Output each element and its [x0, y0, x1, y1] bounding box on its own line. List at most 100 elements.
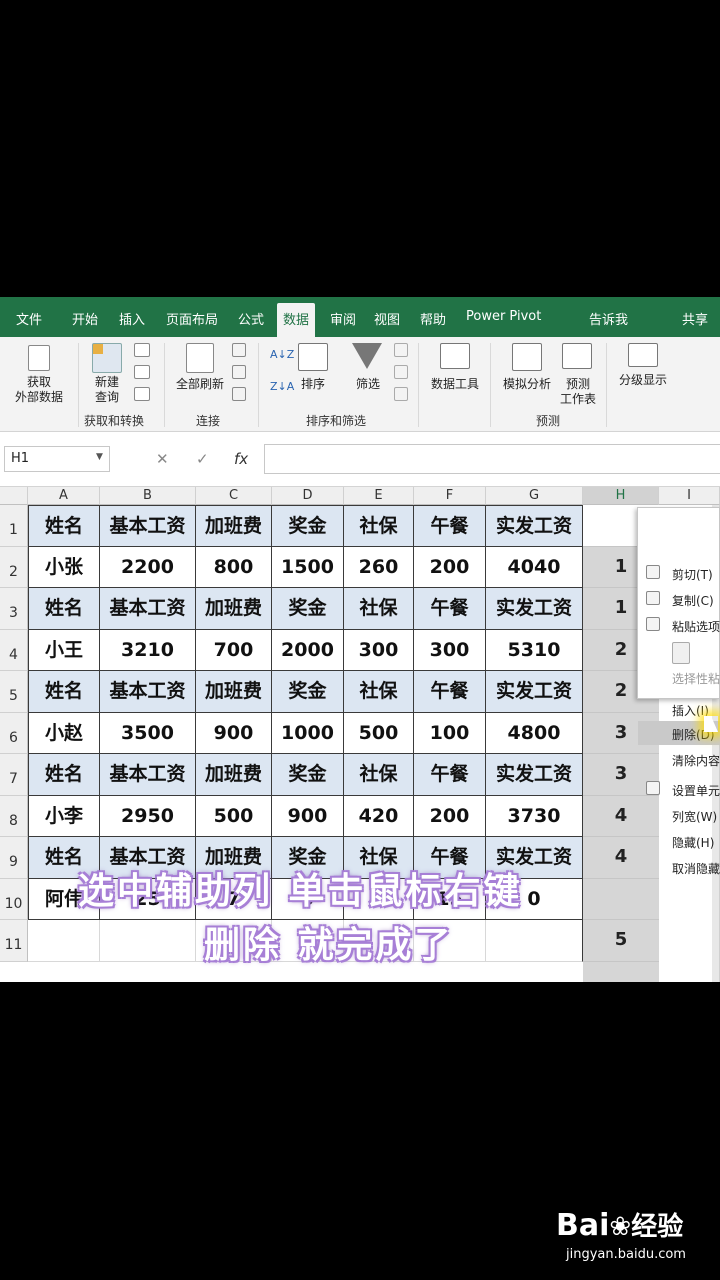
table-cell[interactable]: 200 — [414, 546, 486, 588]
column-header-i[interactable]: I — [659, 487, 720, 505]
header-cell[interactable]: 社保 — [344, 505, 414, 547]
header-cell[interactable]: 社保 — [344, 671, 414, 713]
get-external-data-button[interactable]: 获取 外部数据 — [4, 375, 74, 405]
table-cell[interactable]: 500 — [344, 712, 414, 754]
tab-2[interactable]: 插入 — [119, 309, 145, 328]
formula-input[interactable] — [264, 444, 720, 474]
header-cell[interactable]: 姓名 — [28, 671, 100, 713]
tab-9[interactable]: Power Pivot — [466, 309, 541, 324]
row-header-9[interactable]: 9 — [0, 837, 28, 879]
forecast-sheet-button[interactable]: 预测 工作表 — [556, 377, 600, 407]
table-cell[interactable]: 300 — [344, 629, 414, 671]
header-cell[interactable]: 基本工资 — [100, 505, 196, 547]
select-all-corner[interactable] — [0, 487, 28, 505]
recent-sources-icon[interactable] — [134, 387, 150, 401]
column-header-c[interactable]: C — [196, 487, 272, 505]
table-cell[interactable]: 260 — [344, 546, 414, 588]
table-cell[interactable]: 4800 — [486, 712, 583, 754]
row-header-3[interactable]: 3 — [0, 588, 28, 630]
header-cell[interactable]: 实发工资 — [486, 754, 583, 796]
table-cell[interactable]: 2950 — [100, 795, 196, 837]
row-header-4[interactable]: 4 — [0, 629, 28, 671]
helper-cell-h9[interactable]: 4 — [583, 837, 659, 879]
table-cell[interactable]: 800 — [196, 546, 272, 588]
table-cell[interactable]: 900 — [196, 712, 272, 754]
table-cell[interactable]: 1000 — [272, 712, 344, 754]
advanced-filter-icon[interactable] — [394, 387, 408, 401]
header-cell[interactable]: 午餐 — [414, 588, 486, 630]
header-cell[interactable]: 午餐 — [414, 754, 486, 796]
tab-0[interactable]: 文件 — [16, 309, 42, 328]
column-header-g[interactable]: G — [486, 487, 583, 505]
table-cell[interactable]: 420 — [344, 795, 414, 837]
reapply-icon[interactable] — [394, 365, 408, 379]
table-cell[interactable]: 2000 — [272, 629, 344, 671]
row-header-6[interactable]: 6 — [0, 712, 28, 754]
menu-item-10[interactable]: 取消隐藏 — [672, 860, 720, 877]
row-header-2[interactable]: 2 — [0, 546, 28, 588]
name-box[interactable]: H1 — [4, 446, 110, 472]
new-query-button[interactable]: 新建 查询 — [82, 375, 132, 405]
empty-cell[interactable] — [100, 920, 196, 962]
from-table-icon[interactable] — [134, 365, 150, 379]
tab-7[interactable]: 视图 — [374, 309, 400, 328]
tab-11[interactable]: 共享 — [682, 309, 708, 328]
table-cell[interactable]: 3500 — [100, 712, 196, 754]
tab-6[interactable]: 审阅 — [330, 309, 356, 328]
header-cell[interactable]: 奖金 — [272, 671, 344, 713]
what-if-analysis-button[interactable]: 模拟分析 — [496, 377, 558, 392]
table-cell[interactable]: 3210 — [100, 629, 196, 671]
header-cell[interactable]: 实发工资 — [486, 505, 583, 547]
edit-links-icon[interactable] — [232, 387, 246, 401]
menu-item-2[interactable]: 粘贴选项 — [672, 618, 720, 635]
header-cell[interactable]: 奖金 — [272, 754, 344, 796]
insert-function-icon[interactable]: fx — [234, 450, 248, 468]
menu-item-3[interactable]: 选择性粘 — [672, 670, 720, 687]
show-queries-icon[interactable] — [134, 343, 150, 357]
refresh-all-button[interactable]: 全部刷新 — [168, 377, 232, 392]
header-cell[interactable]: 加班费 — [196, 588, 272, 630]
table-cell[interactable]: 小张 — [28, 546, 100, 588]
header-cell[interactable]: 实发工资 — [486, 671, 583, 713]
header-cell[interactable]: 姓名 — [28, 588, 100, 630]
table-cell[interactable]: 900 — [272, 795, 344, 837]
table-cell[interactable]: 4040 — [486, 546, 583, 588]
connections-icon[interactable] — [232, 343, 246, 357]
sort-button[interactable]: 排序 — [296, 377, 330, 392]
column-header-h[interactable]: H — [583, 487, 659, 505]
outline-button[interactable]: 分级显示 — [612, 373, 674, 388]
row-header-10[interactable]: 10 — [0, 878, 28, 920]
menu-item-8[interactable]: 列宽(W) — [672, 808, 717, 825]
header-cell[interactable]: 午餐 — [414, 671, 486, 713]
row-header-5[interactable]: 5 — [0, 671, 28, 713]
row-header-1[interactable]: 1 — [0, 505, 28, 547]
tab-4[interactable]: 公式 — [238, 309, 264, 328]
row-header-7[interactable]: 7 — [0, 754, 28, 796]
table-cell[interactable]: 小王 — [28, 629, 100, 671]
empty-cell[interactable] — [28, 920, 100, 962]
table-cell[interactable]: 300 — [414, 629, 486, 671]
header-cell[interactable]: 奖金 — [272, 505, 344, 547]
header-cell[interactable]: 加班费 — [196, 505, 272, 547]
sort-ascending-icon[interactable]: A↓Z — [270, 347, 294, 362]
tab-5[interactable]: 数据 — [277, 303, 316, 337]
menu-item-1[interactable]: 复制(C) — [672, 592, 714, 609]
table-cell[interactable]: 2200 — [100, 546, 196, 588]
header-cell[interactable]: 午餐 — [414, 505, 486, 547]
empty-cell[interactable] — [486, 920, 583, 962]
data-tools-button[interactable]: 数据工具 — [426, 377, 484, 392]
column-header-b[interactable]: B — [100, 487, 196, 505]
sort-descending-icon[interactable]: Z↓A — [270, 379, 294, 394]
namebox-dropdown-icon[interactable]: ▼ — [96, 452, 103, 462]
header-cell[interactable]: 实发工资 — [486, 588, 583, 630]
header-cell[interactable]: 姓名 — [28, 505, 100, 547]
header-cell[interactable]: 基本工资 — [100, 671, 196, 713]
header-cell[interactable]: 姓名 — [28, 754, 100, 796]
table-cell[interactable]: 700 — [196, 629, 272, 671]
table-cell[interactable]: 100 — [414, 712, 486, 754]
header-cell[interactable]: 基本工资 — [100, 754, 196, 796]
enter-icon[interactable]: ✓ — [196, 450, 209, 468]
helper-cell-h11[interactable]: 5 — [583, 920, 659, 962]
table-cell[interactable]: 500 — [196, 795, 272, 837]
table-cell[interactable]: 5310 — [486, 629, 583, 671]
